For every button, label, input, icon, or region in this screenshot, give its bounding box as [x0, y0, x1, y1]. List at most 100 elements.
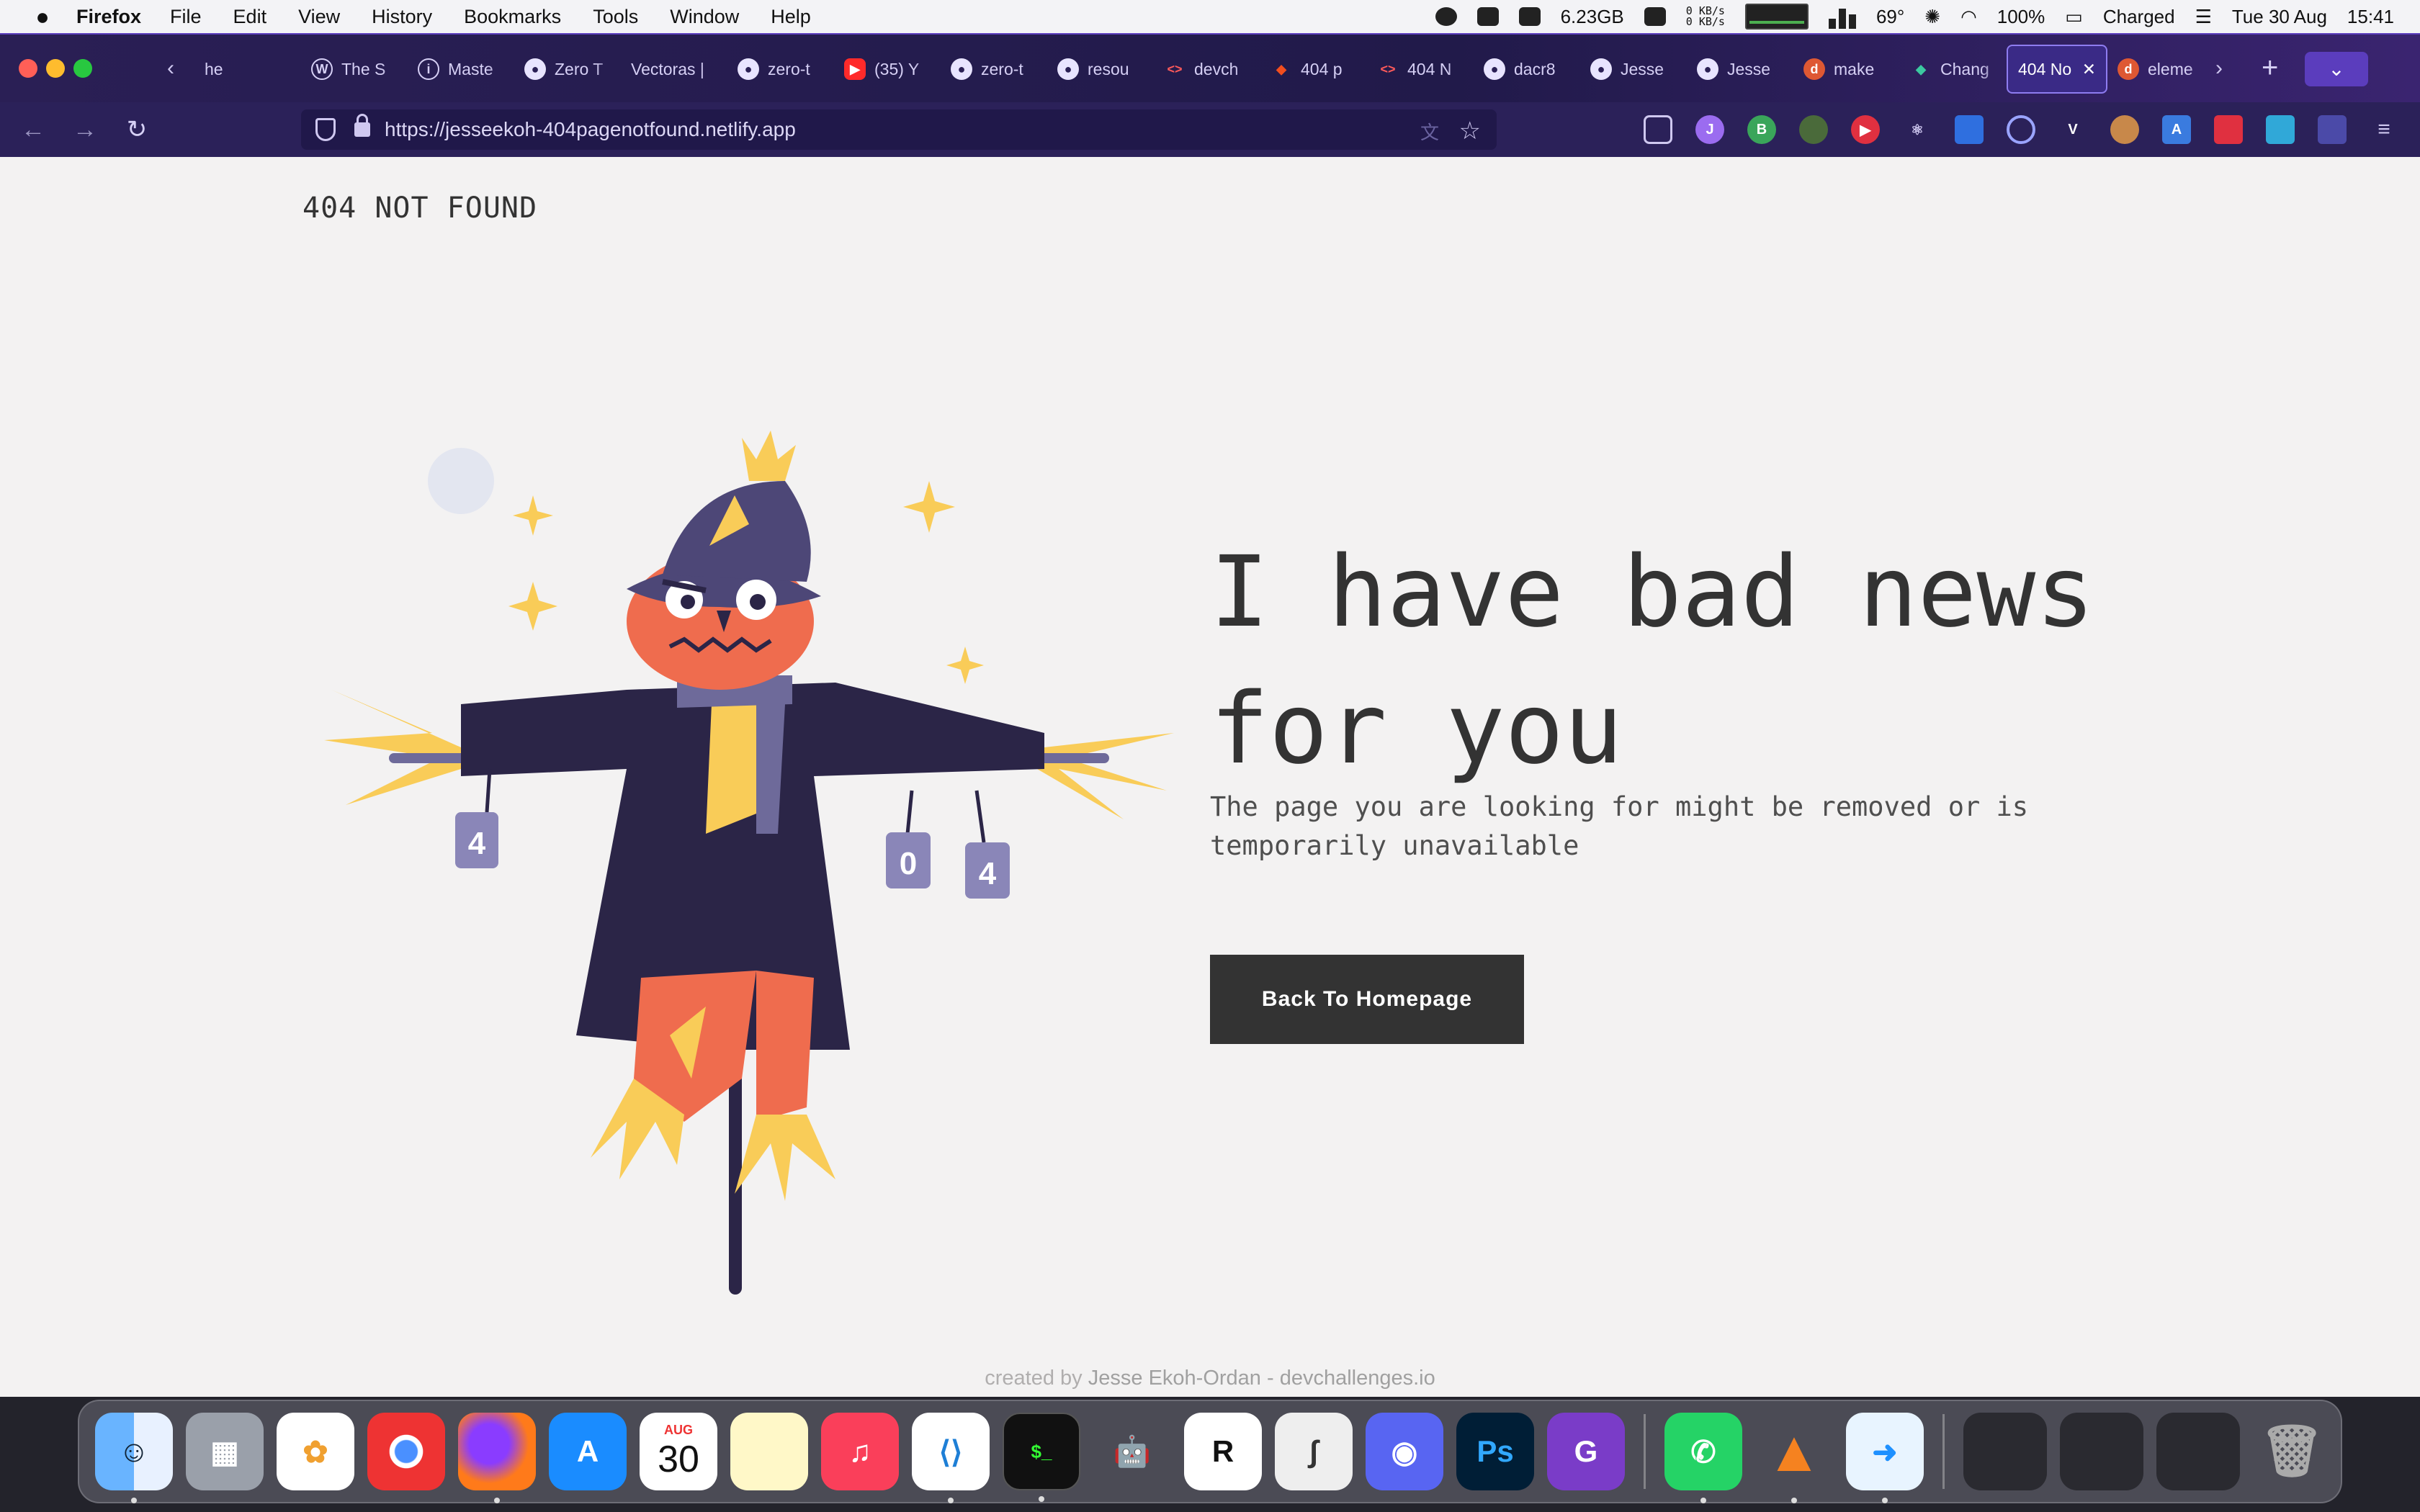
gear-icon[interactable]: ✺: [1924, 6, 1940, 28]
launchpad-icon[interactable]: ▦: [186, 1413, 264, 1490]
translate-extension-icon[interactable]: A: [2162, 115, 2191, 144]
new-tab-button[interactable]: +: [2262, 52, 2278, 84]
tab-active[interactable]: 404 No ✕: [2007, 45, 2107, 94]
menu-edit[interactable]: Edit: [233, 6, 267, 28]
cookie-icon[interactable]: [2110, 115, 2139, 144]
url-bar[interactable]: https://jesseekoh-404pagenotfound.netlif…: [301, 109, 1497, 150]
android-studio-icon[interactable]: 🤖: [1093, 1413, 1171, 1490]
list-all-tabs-button[interactable]: ⌄: [2305, 52, 2368, 86]
terminal-icon[interactable]: $_: [1003, 1413, 1080, 1502]
tab[interactable]: he: [194, 45, 301, 94]
firefox-icon[interactable]: [458, 1413, 536, 1503]
parking-icon[interactable]: [1476, 7, 1499, 26]
whatsapp-icon[interactable]: ✆: [1664, 1413, 1742, 1503]
video-extension-icon[interactable]: ▶: [1851, 115, 1880, 144]
app-store-icon[interactable]: A: [549, 1413, 627, 1490]
battery-percent[interactable]: 100%: [1997, 6, 2045, 28]
tab[interactable]: ● dacr8: [1474, 45, 1580, 94]
photoshop-icon[interactable]: Ps: [1456, 1413, 1534, 1490]
menu-app-name[interactable]: Firefox: [76, 6, 141, 28]
chrome-icon[interactable]: [367, 1413, 445, 1490]
menu-tools[interactable]: Tools: [593, 6, 638, 28]
tab[interactable]: d make: [1793, 45, 1900, 94]
tab[interactable]: ● zero-t: [941, 45, 1047, 94]
menu-history[interactable]: History: [372, 6, 432, 28]
hook-app-icon[interactable]: ∫: [1275, 1413, 1353, 1490]
lock-icon[interactable]: [354, 114, 370, 137]
footer-author-link[interactable]: Jesse Ekoh-Ordan - devchallenges.io: [1088, 1367, 1435, 1390]
battery-status[interactable]: Charged: [2103, 6, 2175, 28]
bplus-extension-icon[interactable]: B: [1747, 115, 1776, 144]
menu-help[interactable]: Help: [771, 6, 811, 28]
menubar-time[interactable]: 15:41: [2347, 6, 2394, 28]
vimeo-icon[interactable]: V: [2058, 115, 2087, 144]
back-arrow-icon[interactable]: ←: [19, 115, 48, 144]
tab[interactable]: W The S: [301, 45, 408, 94]
react-devtools-icon[interactable]: ⚛: [1903, 115, 1932, 144]
menu-window[interactable]: Window: [670, 6, 739, 28]
trash-icon[interactable]: 🗑: [2253, 1413, 2331, 1490]
minimized-window-thumbnail[interactable]: [2060, 1413, 2143, 1490]
menu-bookmarks[interactable]: Bookmarks: [464, 6, 561, 28]
tab[interactable]: ● Jesse: [1687, 45, 1793, 94]
forward-arrow-icon[interactable]: →: [71, 115, 99, 144]
memory-readout[interactable]: 6.23GB: [1561, 6, 1624, 28]
tab[interactable]: <> 404 N: [1367, 45, 1474, 94]
tab[interactable]: i Maste: [408, 45, 514, 94]
tab[interactable]: ◆ 404 p: [1260, 45, 1367, 94]
discord-icon[interactable]: ◉: [1366, 1413, 1443, 1490]
menu-file[interactable]: File: [170, 6, 202, 28]
resource-bars[interactable]: [1828, 4, 1856, 29]
tab[interactable]: ● resou: [1047, 45, 1154, 94]
pocket-icon[interactable]: [1644, 115, 1672, 144]
battery-icon[interactable]: ▭: [2065, 6, 2083, 28]
vscode-icon[interactable]: ⟨⟩: [912, 1413, 990, 1503]
vlc-tray-icon[interactable]: [1644, 7, 1666, 26]
close-tab-icon[interactable]: ✕: [2082, 60, 2096, 79]
profile-j-icon[interactable]: J: [1695, 115, 1724, 144]
tab[interactable]: Vectoras |: [621, 45, 727, 94]
tab-scroll-left-icon[interactable]: ‹: [167, 56, 174, 81]
tab[interactable]: d eleme: [2107, 45, 2214, 94]
cpu-graph[interactable]: [1744, 4, 1809, 30]
window-manager-icon[interactable]: [1518, 7, 1541, 26]
window-close-button[interactable]: [19, 59, 37, 78]
finder-icon[interactable]: ☺: [95, 1413, 173, 1503]
network-speed[interactable]: 0 KB/s 0 KB/s: [1686, 6, 1725, 27]
photos-icon[interactable]: ✿: [277, 1413, 354, 1490]
music-icon[interactable]: ♫: [821, 1413, 899, 1490]
wifi-icon[interactable]: ◠: [1960, 6, 1977, 28]
tab[interactable]: ● Jesse: [1580, 45, 1687, 94]
vlc-icon[interactable]: ▲: [1755, 1413, 1833, 1503]
tab[interactable]: ● Zero T: [514, 45, 621, 94]
apple-menu-icon[interactable]: ●: [26, 4, 59, 30]
minimized-window-thumbnail[interactable]: [1963, 1413, 2047, 1490]
control-center-icon[interactable]: ☰: [2195, 6, 2212, 28]
proxyman-icon[interactable]: R: [1184, 1413, 1262, 1490]
tab[interactable]: <> devch: [1154, 45, 1260, 94]
menu-view[interactable]: View: [298, 6, 340, 28]
tab[interactable]: ▶ (35) Y: [834, 45, 941, 94]
extension-icon[interactable]: [2318, 115, 2347, 144]
tracking-protection-icon[interactable]: [315, 118, 336, 141]
hamburger-menu-icon[interactable]: ≡: [2370, 115, 2398, 144]
site-logo[interactable]: 404 NOT FOUND: [302, 192, 537, 225]
extension-icon[interactable]: [1955, 115, 1984, 144]
window-minimize-button[interactable]: [46, 59, 65, 78]
tab[interactable]: ● zero-t: [727, 45, 834, 94]
transfer-app-icon[interactable]: ➜: [1846, 1413, 1924, 1503]
extension-icon[interactable]: [1799, 115, 1828, 144]
translate-icon[interactable]: 文: [1420, 118, 1439, 145]
tab-scroll-right-icon[interactable]: ›: [2215, 56, 2223, 81]
extension-icon[interactable]: [2266, 115, 2295, 144]
menubar-date[interactable]: Tue 30 Aug: [2232, 6, 2327, 28]
lock-extension-icon[interactable]: [2214, 115, 2243, 144]
extension-icon[interactable]: [2007, 115, 2035, 144]
url-text[interactable]: https://jesseekoh-404pagenotfound.netlif…: [385, 118, 796, 141]
status-app-icon[interactable]: [1435, 7, 1457, 26]
minimized-window-thumbnail[interactable]: [2156, 1413, 2240, 1490]
temperature-readout[interactable]: 69°: [1876, 6, 1904, 28]
bookmark-star-icon[interactable]: ☆: [1459, 117, 1481, 145]
tab[interactable]: ◆ Chang: [1900, 45, 2007, 94]
notes-icon[interactable]: [730, 1413, 808, 1490]
